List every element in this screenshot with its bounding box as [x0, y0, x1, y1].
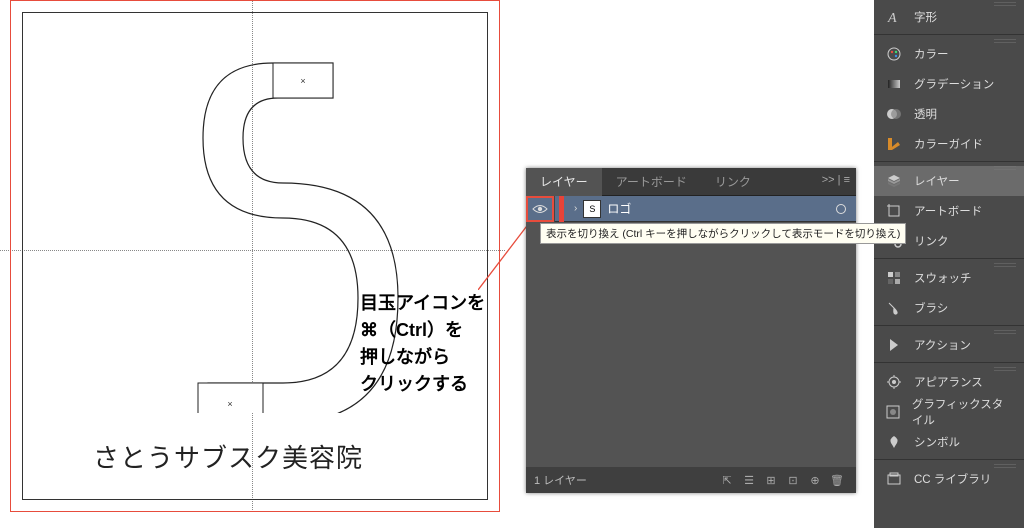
sidebar-item-gradient[interactable]: グラデーション [874, 69, 1024, 99]
sidebar-item-label: ブラシ [914, 300, 948, 316]
eye-icon [532, 204, 548, 214]
sidebar-item-label: 透明 [914, 106, 937, 122]
footer-btn-newsub[interactable]: ⊡ [782, 474, 804, 487]
svg-text:A: A [887, 11, 897, 25]
sidebar-divider [874, 325, 1024, 326]
tab-link[interactable]: リンク [701, 168, 765, 196]
expand-chevron-icon[interactable]: › [574, 203, 577, 214]
divider [554, 196, 555, 222]
sidebar-item-label: リンク [914, 233, 949, 249]
graphicstyle-icon [884, 404, 902, 420]
sidebar-item-artboard[interactable]: アートボード [874, 196, 1024, 226]
sidebar-group: CC ライブラリ [874, 462, 1024, 494]
sidebar-item-label: グラデーション [914, 76, 994, 92]
drag-handle-icon[interactable] [994, 2, 1016, 6]
target-indicator[interactable] [836, 204, 846, 214]
sidebar-item-label: カラーガイド [914, 136, 983, 152]
sidebar-item-transparency[interactable]: 透明 [874, 99, 1024, 129]
appearance-icon [884, 374, 904, 390]
symbol-icon [884, 434, 904, 450]
sidebar-divider [874, 459, 1024, 460]
palette-icon [884, 46, 904, 62]
drag-handle-icon[interactable] [994, 263, 1016, 267]
right-sidebar: A 字形カラーグラデーション透明カラーガイドレイヤーアートボードリンクスウォッチブ… [874, 0, 1024, 528]
sidebar-item-cclib[interactable]: CC ライブラリ [874, 464, 1024, 494]
footer-btn-clip[interactable]: ⊞ [760, 474, 782, 487]
sidebar-group: スウォッチブラシ [874, 261, 1024, 323]
gradient-icon [884, 76, 904, 92]
tab-layers[interactable]: レイヤー [526, 168, 602, 196]
footer-btn-new[interactable]: ⊕ [804, 474, 826, 487]
cclib-icon [884, 471, 904, 487]
layers-panel: レイヤー アートボード リンク >> | ≡ › S ロゴ 表示を切り換え (C… [526, 168, 856, 493]
brush-icon [884, 300, 904, 316]
sidebar-item-label: レイヤー [914, 173, 960, 189]
sidebar-item-layers[interactable]: レイヤー [874, 166, 1024, 196]
font-icon: A [884, 9, 904, 25]
sidebar-item-label: スウォッチ [914, 270, 972, 286]
layer-row[interactable]: › S ロゴ [526, 196, 856, 222]
drag-handle-icon[interactable] [994, 39, 1016, 43]
sidebar-item-label: カラー [914, 46, 949, 62]
sidebar-group: A 字形 [874, 0, 1024, 32]
sidebar-group: カラーグラデーション透明カラーガイド [874, 37, 1024, 159]
footer-btn-locate[interactable]: ⇱ [716, 474, 738, 487]
sidebar-group: アクション [874, 328, 1024, 360]
drag-handle-icon[interactable] [994, 464, 1016, 468]
sidebar-item-label: CC ライブラリ [914, 471, 991, 487]
sidebar-divider [874, 362, 1024, 363]
layer-name[interactable]: ロゴ [607, 200, 836, 217]
drag-handle-icon[interactable] [994, 330, 1016, 334]
sidebar-item-swatches[interactable]: スウォッチ [874, 263, 1024, 293]
drag-handle-icon[interactable] [994, 166, 1016, 170]
sidebar-item-label: シンボル [914, 434, 960, 450]
artboard[interactable]: × × さとうサブスク美容院 [22, 12, 488, 500]
layer-count: 1 レイヤー [534, 472, 587, 488]
logo-text[interactable]: さとうサブスク美容院 [93, 438, 363, 475]
visibility-toggle[interactable] [526, 196, 554, 222]
panel-footer: 1 レイヤー ⇱ ☰ ⊞ ⊡ ⊕ 🗑 [526, 467, 856, 493]
svg-text:×: × [300, 76, 305, 86]
drag-handle-icon[interactable] [994, 367, 1016, 371]
footer-btn-delete[interactable]: 🗑 [826, 474, 848, 487]
footer-btn-collect[interactable]: ☰ [738, 474, 760, 487]
sidebar-item-action[interactable]: アクション [874, 330, 1024, 360]
swatches-icon [884, 270, 904, 286]
action-icon [884, 337, 904, 353]
tab-artboard[interactable]: アートボード [602, 168, 701, 196]
sidebar-item-font[interactable]: A 字形 [874, 2, 1024, 32]
sidebar-item-symbol[interactable]: シンボル [874, 427, 1024, 457]
tooltip: 表示を切り換え (Ctrl キーを押しながらクリックして表示モードを切り換え) [540, 223, 906, 244]
layers-icon [884, 173, 904, 189]
sidebar-divider [874, 34, 1024, 35]
sidebar-item-brush[interactable]: ブラシ [874, 293, 1024, 323]
sidebar-divider [874, 161, 1024, 162]
sidebar-item-label: アートボード [914, 203, 982, 219]
transparency-icon [884, 106, 904, 122]
artboard-icon [884, 203, 904, 219]
sidebar-divider [874, 258, 1024, 259]
layer-color-swatch [559, 196, 564, 222]
sidebar-item-palette[interactable]: カラー [874, 39, 1024, 69]
sidebar-item-graphicstyle[interactable]: グラフィックスタイル [874, 397, 1024, 427]
panel-menu-button[interactable]: >> | ≡ [822, 174, 850, 186]
sidebar-item-label: アクション [914, 337, 971, 353]
annotation-text: 目玉アイコンを⌘（Ctrl）を押しながらクリックする [360, 290, 485, 398]
sidebar-item-appearance[interactable]: アピアランス [874, 367, 1024, 397]
canvas-area: × × さとうサブスク美容院 [0, 0, 505, 528]
colorguide-icon [884, 136, 904, 152]
sidebar-item-label: アピアランス [914, 374, 983, 390]
layer-thumbnail: S [583, 200, 601, 218]
svg-text:×: × [227, 399, 232, 409]
sidebar-item-label: グラフィックスタイル [912, 396, 1014, 428]
sidebar-item-label: 字形 [914, 9, 937, 25]
sidebar-item-colorguide[interactable]: カラーガイド [874, 129, 1024, 159]
panel-tabs: レイヤー アートボード リンク >> | ≡ [526, 168, 856, 196]
sidebar-group: アピアランスグラフィックスタイルシンボル [874, 365, 1024, 457]
